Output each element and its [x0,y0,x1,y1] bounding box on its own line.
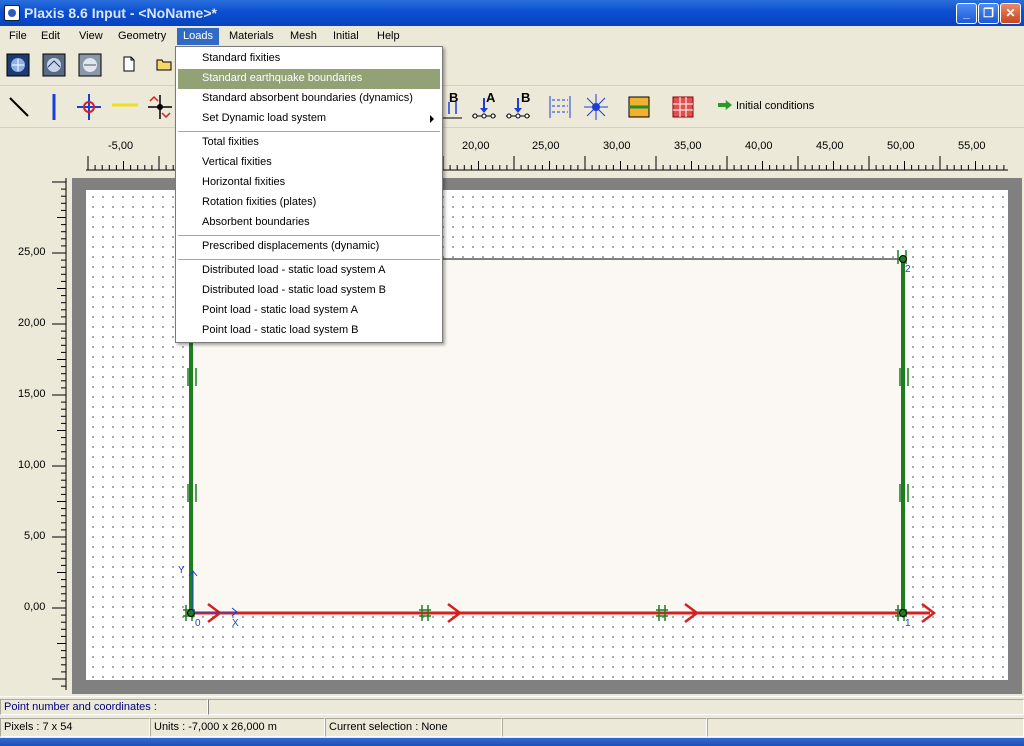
geometry-toolbar: B A B [0,86,1024,128]
ruler-x-label: 30,00 [603,140,631,152]
input-program-icon[interactable] [6,53,30,77]
ruler-y-label: 20,00 [18,317,46,329]
minimize-button[interactable]: _ [956,3,977,24]
menu-initial[interactable]: Initial [327,28,365,45]
title-bar: Plaxis 8.6 Input - <NoName>* _ ❐ ✕ [0,0,1024,26]
status-empty-cell [707,718,1024,737]
status-bar-top: Point number and coordinates : [0,696,1024,716]
menu-vertical-fixities[interactable]: Vertical fixities [178,153,440,173]
menu-distributed-load-a[interactable]: Distributed load - static load system A [178,261,440,281]
menu-standard-absorbent-boundaries[interactable]: Standard absorbent boundaries (dynamics) [178,89,440,109]
point-coordinates-status: Point number and coordinates : [0,699,208,715]
ruler-x-label: 40,00 [745,140,773,152]
menu-help[interactable]: Help [371,28,406,45]
menu-total-fixities[interactable]: Total fixities [178,133,440,153]
ruler-x-label: -5,00 [108,140,134,152]
menu-point-load-b[interactable]: Point load - static load system B [178,321,440,341]
loads-menu-dropdown: Standard fixities Standard earthquake bo… [175,46,443,343]
menu-absorbent-boundaries[interactable]: Absorbent boundaries [178,213,440,233]
hinge-icon[interactable] [74,92,104,122]
submenu-arrow-icon [430,115,434,123]
windows-taskbar [0,738,1024,746]
menu-set-dynamic-load-system-label: Set Dynamic load system [202,112,327,124]
ruler-y-label: 25,00 [18,246,46,258]
menu-point-load-a[interactable]: Point load - static load system A [178,301,440,321]
initial-conditions-button[interactable]: Initial conditions [718,100,814,112]
menu-bar: File Edit View Geometry Loads Materials … [0,26,1024,46]
status-bar-bottom: Pixels : 7 x 54 Units : -7,000 x 26,000 … [0,718,1024,738]
status-empty-cell [502,718,707,737]
window-title: Plaxis 8.6 Input - <NoName>* [24,5,217,21]
ruler-x-label: 45,00 [816,140,844,152]
ruler-x-label: 55,00 [958,140,986,152]
ruler-x-label: 35,00 [674,140,702,152]
ruler-y-label: 0,00 [24,601,46,613]
pixels-status: Pixels : 7 x 54 [0,718,150,737]
axis-x-label: X [232,618,239,629]
plate-icon[interactable] [44,92,64,122]
menu-materials[interactable]: Materials [223,28,280,45]
vertical-ruler: 25,00 20,00 15,00 10,00 5,00 0,00 [0,178,72,690]
coordinates-value [208,699,1024,715]
new-file-icon[interactable] [121,56,137,72]
menu-geometry[interactable]: Geometry [112,28,172,45]
maximize-button[interactable]: ❐ [978,3,999,24]
menu-view[interactable]: View [73,28,109,45]
menu-loads[interactable]: Loads [177,28,219,45]
ruler-x-label: 25,00 [532,140,560,152]
selection-status: Current selection : None [325,718,502,737]
menu-standard-fixities[interactable]: Standard fixities [178,49,440,69]
menu-prescribed-displacements[interactable]: Prescribed displacements (dynamic) [178,237,440,257]
main-toolbar [0,46,1024,86]
axis-y-label: Y [178,565,185,576]
menu-set-dynamic-load-system[interactable]: Set Dynamic load system [178,109,440,129]
point-label-0: 0 [195,618,201,629]
ruler-y-label: 5,00 [24,530,46,542]
well-icon[interactable] [582,92,610,122]
units-status: Units : -7,000 x 26,000 m [150,718,325,737]
close-button[interactable]: ✕ [1000,3,1021,24]
material-sets-icon[interactable] [672,96,694,118]
open-file-icon[interactable] [156,56,174,72]
menu-rotation-fixities[interactable]: Rotation fixities (plates) [178,193,440,213]
menu-edit[interactable]: Edit [35,28,66,45]
initial-conditions-label: Initial conditions [736,100,815,112]
ruler-x-label: 50,00 [887,140,915,152]
point-label-2: 2 [905,264,911,275]
arrow-right-icon [718,100,732,110]
geometry-line-icon[interactable] [6,94,32,120]
plaxis-app-icon[interactable] [4,5,20,21]
point-load-b-icon[interactable] [504,96,532,122]
geogrid-icon[interactable] [110,98,140,112]
menu-mesh[interactable]: Mesh [284,28,323,45]
menu-file[interactable]: File [3,28,33,45]
ruler-y-label: 10,00 [18,459,46,471]
interface-icon[interactable] [144,91,176,123]
ruler-y-label: 15,00 [18,388,46,400]
output-program-icon[interactable] [78,53,102,77]
point-label-1: 1 [905,618,911,629]
drain-icon[interactable] [546,92,574,122]
calculations-program-icon[interactable] [42,53,66,77]
menu-distributed-load-b[interactable]: Distributed load - static load system B [178,281,440,301]
tunnel-icon[interactable] [628,96,650,118]
point-load-a-icon[interactable] [470,96,498,122]
menu-horizontal-fixities[interactable]: Horizontal fixities [178,173,440,193]
ruler-x-label: 20,00 [462,140,490,152]
menu-standard-earthquake-boundaries[interactable]: Standard earthquake boundaries [178,69,440,89]
